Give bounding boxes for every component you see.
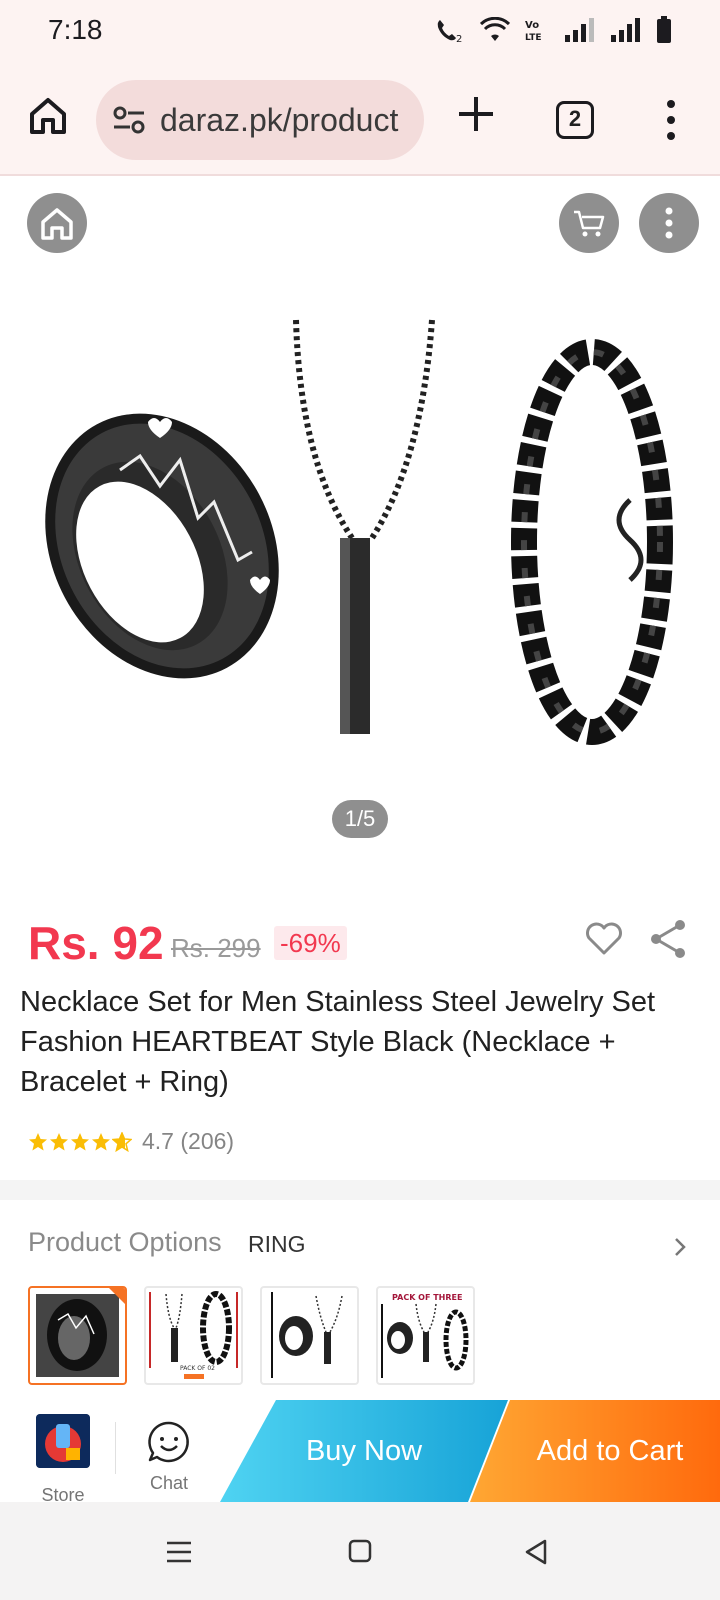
cart-button[interactable] [559,193,619,253]
ring-necklace-thumb-image [271,1292,343,1378]
url-bar[interactable]: daraz.pk/product [96,80,424,160]
product-price: Rs. 92 [28,917,164,969]
url-text: daraz.pk/product [160,102,399,138]
star-icon [71,1132,89,1150]
system-nav-bar [0,1502,720,1600]
page-home-button[interactable] [27,193,87,253]
buy-now-button[interactable]: Buy Now [220,1400,508,1502]
store-button[interactable]: Store [30,1414,96,1506]
store-logo-icon [36,1414,90,1468]
option-thumb-ring[interactable] [28,1286,127,1385]
original-price: Rs. 299 [171,933,261,963]
section-divider [0,1180,720,1200]
necklace-image [293,319,435,734]
wifi-icon [480,17,510,41]
wifi-calling-icon: 2 [437,20,462,44]
chat-label: Chat [149,1473,189,1493]
thumb-badge-text: PACK OF THREE [392,1293,462,1302]
ring-image [45,413,279,679]
cart-icon [574,210,605,237]
wishlist-heart-icon[interactable] [584,920,624,956]
svg-text:LTE: LTE [525,33,542,43]
bracelet-image [511,339,673,745]
chat-icon [148,1421,189,1463]
browser-menu-icon[interactable] [656,96,686,144]
back-icon[interactable] [524,1538,548,1566]
status-bar: 7:18 2 Vo LTE [0,0,720,64]
more-vertical-icon [665,207,673,239]
option-thumbnails: PACK OF 02 PACK OF THREE [28,1286,475,1385]
half-star-icon [112,1131,132,1152]
pack-three-thumb-image: PACK OF THREE [381,1293,469,1378]
rating-stars [28,1131,132,1152]
product-image[interactable] [0,280,720,870]
option-thumb-pack-of-three[interactable]: PACK OF THREE [376,1286,475,1385]
add-to-cart-button[interactable]: Add to Cart [470,1400,720,1502]
recent-apps-icon[interactable] [166,1540,192,1564]
site-settings-icon[interactable] [112,104,146,136]
action-divider [115,1422,116,1474]
tab-switcher-button[interactable]: 2 [556,101,594,139]
product-rating[interactable]: 4.7 (206) [28,1128,234,1155]
status-icons: 2 Vo LTE [434,16,672,44]
volte-icon: Vo LTE [525,20,542,43]
product-title: Necklace Set for Men Stainless Steel Jew… [20,986,656,1098]
option-thumb-ring-necklace[interactable] [260,1286,359,1385]
svg-text:2: 2 [456,34,462,44]
star-icon [50,1132,68,1150]
rating-text: 4.7 (206) [142,1128,235,1154]
pack-two-thumb-image: PACK OF 02 [149,1291,238,1379]
new-tab-icon[interactable] [456,94,496,134]
chat-button[interactable]: Chat [140,1420,198,1494]
selected-option[interactable]: RING [248,1231,306,1258]
ring-thumb-image [36,1288,125,1377]
page-more-button[interactable] [639,193,699,253]
signal-icon-2 [611,18,640,42]
share-icon[interactable] [648,918,688,960]
action-bar: Store Chat Buy Now Add to Cart [0,1400,720,1505]
discount-badge: -69% [274,926,347,960]
battery-icon [657,16,671,43]
image-counter: 1/5 [332,800,388,838]
browser-home-icon[interactable] [26,94,70,138]
thumb-badge-text: PACK OF 02 [180,1365,215,1372]
option-thumb-pack-of-two[interactable]: PACK OF 02 [144,1286,243,1385]
product-options-label[interactable]: Product Options [28,1227,222,1258]
svg-text:Vo: Vo [525,20,539,31]
star-icon [29,1132,47,1150]
browser-toolbar: daraz.pk/product 2 [0,64,720,176]
home-icon [41,208,73,240]
star-icon [92,1132,110,1150]
home-square-icon[interactable] [348,1539,372,1563]
signal-icon [565,18,594,42]
chevron-right-icon[interactable] [672,1236,688,1258]
status-time: 7:18 [48,14,103,45]
